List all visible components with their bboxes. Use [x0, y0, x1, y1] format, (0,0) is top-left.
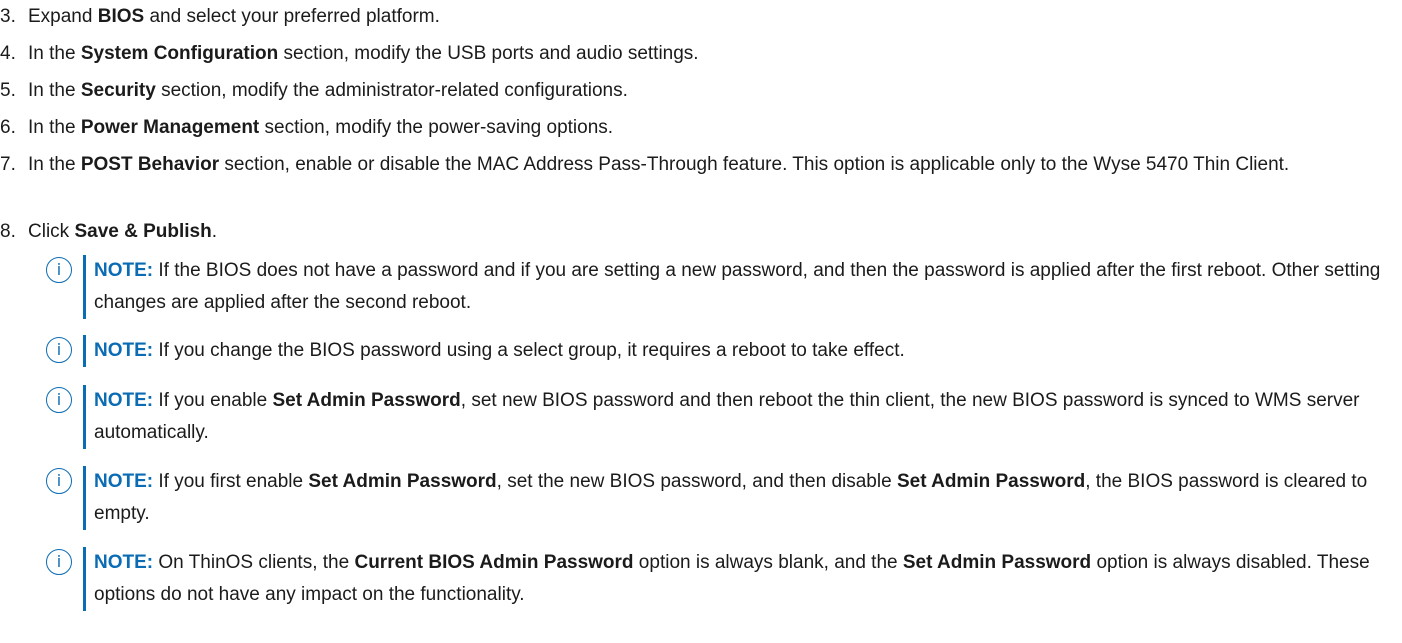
note-text: If you first enable Set Admin Password, …: [94, 471, 1367, 524]
step-3: 3. Expand BIOS and select your preferred…: [0, 1, 1395, 33]
info-icon: i: [46, 257, 72, 283]
text-run: In the: [28, 154, 81, 175]
note-label: NOTE:: [94, 552, 154, 573]
step-number: 6.: [0, 117, 16, 138]
note-body: NOTE: If you enable Set Admin Password, …: [83, 385, 1396, 449]
text-run: If you first enable: [153, 471, 309, 492]
ui-term: Set Admin Password: [308, 471, 497, 492]
step-text: Expand BIOS and select your preferred pl…: [28, 1, 1395, 33]
step-text: Click Save & Publish.: [28, 216, 1395, 248]
text-run: Expand: [28, 6, 98, 27]
note-body: NOTE: If you first enable Set Admin Pass…: [83, 466, 1396, 530]
note-text: If you change the BIOS password using a …: [153, 340, 905, 361]
note-label: NOTE:: [94, 340, 154, 361]
text-run: , set the new BIOS password, and then di…: [496, 471, 897, 492]
step-8: 8. Click Save & Publish.: [0, 216, 1395, 248]
note-label: NOTE:: [94, 260, 154, 281]
ui-term: System Configuration: [80, 43, 279, 64]
text-run: and select your preferred platform.: [144, 6, 440, 27]
text-run: section, enable or disable the MAC Addre…: [219, 154, 1290, 175]
step-6: 6. In the Power Management section, modi…: [0, 112, 1395, 144]
ui-term: Current BIOS Admin Password: [354, 552, 634, 573]
text-run: Click: [28, 221, 75, 242]
note-label: NOTE:: [94, 471, 154, 492]
ui-term: Set Admin Password: [896, 471, 1086, 492]
step-5: 5. In the Security section, modify the a…: [0, 75, 1395, 107]
text-run: If you change the BIOS password using a …: [153, 340, 905, 361]
text-run: In the: [28, 80, 81, 101]
text-run: section, modify the administrator-relate…: [155, 80, 628, 101]
text-run: In the: [28, 117, 81, 138]
note-text: On ThinOS clients, the Current BIOS Admi…: [94, 552, 1370, 605]
text-run: If the BIOS does not have a password and…: [94, 260, 1381, 313]
step-7: 7. In the POST Behavior section, enable …: [0, 149, 1395, 181]
note-label: NOTE:: [94, 390, 154, 411]
step-number: 3.: [0, 6, 16, 27]
info-icon: i: [46, 337, 72, 363]
note-text: If you enable Set Admin Password, set ne…: [94, 390, 1360, 443]
step-text: In the POST Behavior section, enable or …: [28, 149, 1395, 181]
step-4: 4. In the System Configuration section, …: [0, 38, 1395, 70]
step-number: 4.: [0, 43, 16, 64]
ui-term: Power Management: [80, 117, 260, 138]
text-run: If you enable: [153, 390, 273, 411]
step-text: In the Power Management section, modify …: [28, 112, 1395, 144]
ui-term: BIOS: [97, 6, 145, 27]
info-icon: i: [46, 549, 72, 575]
text-run: On ThinOS clients, the: [153, 552, 355, 573]
step-number: 8.: [0, 221, 16, 242]
step-number: 5.: [0, 80, 16, 101]
step-number: 7.: [0, 154, 16, 175]
ui-term: Save & Publish: [74, 221, 212, 242]
text-run: option is always blank, and the: [633, 552, 903, 573]
step-text: In the System Configuration section, mod…: [28, 38, 1395, 70]
info-icon: i: [46, 387, 72, 413]
text-run: section, modify the power-saving options…: [259, 117, 614, 138]
ui-term: Security: [80, 80, 156, 101]
note-text: If the BIOS does not have a password and…: [94, 260, 1380, 313]
ui-term: Set Admin Password: [272, 390, 461, 411]
ui-term: POST Behavior: [80, 154, 220, 175]
note-body: NOTE: If you change the BIOS password us…: [83, 335, 1396, 367]
text-run: section, modify the USB ports and audio …: [278, 43, 699, 64]
info-icon: i: [46, 468, 72, 494]
text-run: In the: [28, 43, 81, 64]
text-run: .: [211, 221, 218, 242]
note-body: NOTE: If the BIOS does not have a passwo…: [83, 255, 1396, 319]
ui-term: Set Admin Password: [902, 552, 1092, 573]
step-text: In the Security section, modify the admi…: [28, 75, 1395, 107]
note-body: NOTE: On ThinOS clients, the Current BIO…: [83, 547, 1396, 611]
